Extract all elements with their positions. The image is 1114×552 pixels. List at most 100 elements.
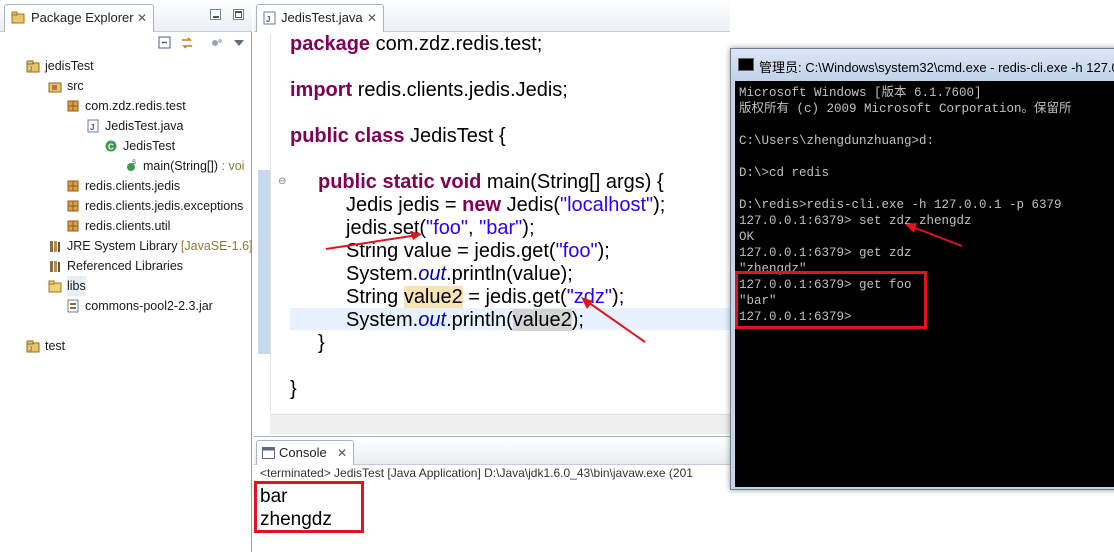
console-icon bbox=[262, 447, 275, 459]
tree-item-label: redis.clients.jedis bbox=[85, 179, 181, 193]
library-icon bbox=[50, 241, 60, 252]
tree-item-label: redis.clients.util bbox=[85, 219, 171, 233]
jre-library-name: JRE System Library bbox=[67, 239, 178, 253]
source-folder-icon bbox=[48, 82, 62, 93]
tree-item-label: commons-pool2-2.3.jar bbox=[85, 299, 213, 313]
svg-text:C: C bbox=[108, 143, 114, 152]
project-icon: J bbox=[26, 60, 40, 73]
string-literal: "localhost" bbox=[559, 194, 654, 216]
keyword: import bbox=[290, 79, 353, 101]
code-text: com.zdz.redis.test; bbox=[370, 33, 543, 55]
editor-horizontal-scrollbar[interactable] bbox=[270, 414, 730, 434]
close-icon[interactable]: ✕ bbox=[337, 441, 347, 465]
svg-text:J: J bbox=[266, 15, 270, 24]
view-menu-icon[interactable] bbox=[232, 36, 246, 50]
code-line-14: } bbox=[318, 332, 325, 355]
cmd-terminal[interactable]: Microsoft Windows [版本 6.1.7600] 版权所有 (c)… bbox=[735, 81, 1114, 487]
close-icon[interactable]: ✕ bbox=[137, 5, 147, 31]
code-line-8: Jedis jedis = new Jedis("localhost"); bbox=[346, 194, 665, 217]
jre-version: [JavaSE-1.6] bbox=[177, 239, 253, 253]
collapse-all-icon[interactable] bbox=[158, 36, 172, 50]
keyword: public class bbox=[290, 125, 405, 147]
cmd-titlebar[interactable]: 管理员: C:\Windows\system32\cmd.exe - redis… bbox=[731, 49, 1114, 81]
tree-item-label: Referenced Libraries bbox=[67, 259, 184, 273]
code-text: ); bbox=[597, 240, 610, 262]
cmd-window[interactable]: 管理员: C:\Windows\system32\cmd.exe - redis… bbox=[730, 48, 1114, 490]
code-line-11: System.out.println(value); bbox=[346, 263, 573, 286]
svg-text:J: J bbox=[29, 347, 32, 353]
code-line-7: public static void main(String[] args) { bbox=[318, 171, 664, 194]
code-text: } bbox=[290, 378, 297, 400]
annotation-arrow-icon bbox=[905, 223, 963, 247]
static-field: out bbox=[418, 263, 447, 285]
tree-item-label: com.zdz.redis.test bbox=[85, 99, 186, 113]
package-explorer-tabbar: Package Explorer ✕ bbox=[0, 0, 252, 32]
code-text: .println(value); bbox=[446, 263, 573, 285]
code-line-3: import redis.clients.jedis.Jedis; bbox=[290, 79, 568, 102]
method-signature: main(String[]) bbox=[143, 159, 219, 173]
package-icon bbox=[67, 200, 79, 212]
keyword: new bbox=[462, 194, 502, 216]
tab-package-explorer[interactable]: Package Explorer ✕ bbox=[4, 4, 154, 32]
tree-item-label: JedisTest bbox=[123, 139, 176, 153]
java-file-icon: J bbox=[263, 11, 276, 25]
code-text: .println( bbox=[446, 309, 513, 331]
annotation-highlight-box bbox=[735, 271, 927, 329]
string-literal: "bar" bbox=[479, 217, 523, 239]
code-text: JedisTest { bbox=[404, 125, 506, 147]
keyword: public static void bbox=[318, 171, 482, 193]
cmd-title: 管理员: C:\Windows\system32\cmd.exe - redis… bbox=[759, 60, 1114, 75]
string-literal: "foo" bbox=[555, 240, 598, 262]
tab-package-explorer-label: Package Explorer bbox=[31, 10, 134, 25]
tab-console-label: Console bbox=[279, 445, 327, 460]
annotation-highlight-box bbox=[254, 481, 364, 533]
minimize-icon[interactable] bbox=[210, 9, 221, 20]
method-icon: S bbox=[127, 160, 136, 171]
eclipse-window: Package Explorer ✕ J jedisTest src com.z… bbox=[0, 0, 1114, 552]
close-icon[interactable]: ✕ bbox=[367, 5, 377, 31]
code-text: } bbox=[318, 332, 325, 354]
package-explorer-toolbar bbox=[0, 32, 252, 54]
keyword: package bbox=[290, 33, 371, 55]
jar-icon bbox=[67, 299, 79, 313]
editor-tabbar: J JedisTest.java ✕ bbox=[254, 0, 730, 32]
fold-collapse-icon[interactable]: ⊖ bbox=[278, 176, 286, 187]
link-with-editor-icon[interactable] bbox=[180, 36, 194, 50]
occurrence-highlight: value2 bbox=[512, 309, 572, 331]
code-text: System. bbox=[346, 309, 419, 331]
svg-text:S: S bbox=[132, 160, 136, 166]
filter-icon[interactable] bbox=[210, 36, 224, 50]
code-text: String bbox=[346, 286, 404, 308]
annotation-arrow-icon bbox=[581, 297, 646, 343]
svg-text:J: J bbox=[29, 67, 32, 73]
library-icon bbox=[50, 261, 60, 272]
project-icon: J bbox=[26, 340, 40, 353]
overview-ruler-highlight bbox=[258, 170, 270, 354]
class-icon: C bbox=[105, 140, 117, 152]
code-text: redis.clients.jedis.Jedis; bbox=[352, 79, 568, 101]
code-text: System. bbox=[346, 263, 419, 285]
package-explorer-icon bbox=[11, 11, 25, 24]
java-editor[interactable]: J JedisTest.java ✕ ⊖ package com.zdz.red… bbox=[254, 0, 730, 436]
tab-jedistest-java[interactable]: J JedisTest.java ✕ bbox=[256, 4, 384, 32]
package-icon bbox=[67, 220, 79, 232]
code-text: main(String[] args) { bbox=[481, 171, 664, 193]
tree-item-label: redis.clients.jedis.exceptions bbox=[85, 199, 244, 213]
folder-icon bbox=[48, 280, 62, 293]
code-text: ); bbox=[522, 217, 535, 239]
console-status-line: <terminated> JedisTest [Java Application… bbox=[260, 466, 693, 480]
tree-item-label: libs bbox=[67, 276, 86, 296]
maximize-icon[interactable] bbox=[233, 9, 244, 20]
tab-console[interactable]: Console ✕ bbox=[256, 440, 354, 465]
string-literal: "foo" bbox=[426, 217, 469, 239]
code-line-5: public class JedisTest { bbox=[290, 125, 506, 148]
occurrence-highlight: value2 bbox=[403, 286, 463, 308]
cmd-icon bbox=[738, 58, 754, 71]
code-text: , bbox=[468, 217, 480, 239]
code-line-13: System.out.println(value2); bbox=[346, 309, 584, 332]
package-explorer-view: Package Explorer ✕ J jedisTest src com.z… bbox=[0, 0, 253, 552]
svg-text:J: J bbox=[90, 123, 94, 132]
gutter-divider bbox=[270, 33, 271, 413]
tab-jedistest-java-label: JedisTest.java bbox=[281, 10, 363, 25]
method-return-type: : voi bbox=[218, 159, 245, 173]
